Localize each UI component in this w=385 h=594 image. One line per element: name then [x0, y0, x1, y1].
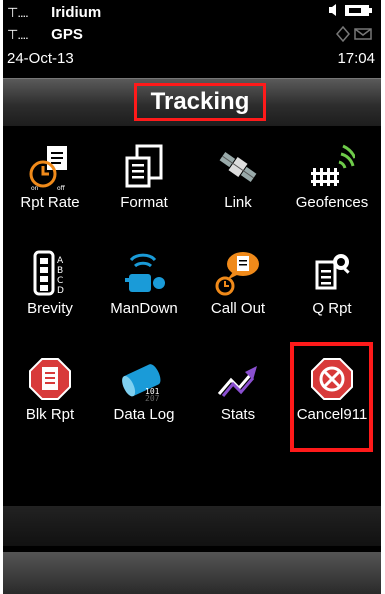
tile-label: Call Out [210, 300, 266, 317]
tile-mandown[interactable]: ManDown [97, 238, 191, 350]
call-out-icon [215, 252, 259, 296]
page-title: Tracking [134, 83, 266, 121]
svg-text:off: off [57, 185, 66, 190]
iridium-status: ⊤.... Iridium [7, 4, 101, 21]
brevity-letter: D [57, 286, 64, 296]
tile-label: Stats [220, 406, 256, 423]
softkey-bar [3, 552, 381, 594]
man-down-icon [125, 253, 165, 292]
tile-blk-rpt[interactable]: Blk Rpt [3, 344, 97, 456]
quick-report-icon [315, 254, 350, 290]
tile-rpt-rate[interactable]: on off Rpt Rate [3, 132, 97, 244]
satellite-link-icon [219, 152, 257, 182]
svg-text:on: on [31, 185, 39, 190]
gps-mail-icons [335, 25, 375, 46]
selection-highlight [290, 342, 373, 452]
brevity-letter: B [57, 266, 63, 276]
tile-link[interactable]: Link [191, 132, 285, 244]
block-report-icon [29, 358, 71, 400]
gps-status: ⊤.... GPS [7, 26, 83, 43]
tile-label: Link [224, 194, 252, 211]
brevity-letter: C [57, 276, 63, 286]
tile-geofences[interactable]: Geofences [285, 132, 379, 244]
tile-label: Format [120, 194, 168, 211]
time-text: 17:04 [337, 50, 375, 67]
format-icon [125, 144, 163, 188]
data-log-icon: 101 207 [122, 364, 161, 402]
tile-call-out[interactable]: Call Out [191, 238, 285, 350]
tile-stats[interactable]: Stats [191, 344, 285, 456]
tile-label: Data Log [113, 406, 175, 423]
tile-brevity[interactable]: A B C D Brevity [3, 238, 97, 350]
tile-label: Brevity [27, 300, 73, 317]
brevity-icon: A B C D [33, 250, 64, 296]
geofence-icon [311, 144, 355, 186]
network-name-iridium: Iridium [51, 4, 102, 21]
tile-label: Q Rpt [312, 300, 352, 317]
date-text: 24-Oct-13 [7, 50, 74, 67]
tile-label: ManDown [110, 300, 178, 317]
network-name-gps: GPS [51, 26, 83, 43]
tile-label: Geofences [295, 194, 369, 211]
stats-icon [217, 366, 257, 397]
speaker-icon [329, 4, 336, 16]
speaker-battery-icons [327, 2, 375, 22]
tile-label: Blk Rpt [25, 406, 75, 423]
tile-q-rpt[interactable]: Q Rpt [285, 238, 379, 350]
header-bar: Tracking [3, 78, 381, 127]
tile-data-log[interactable]: 101 207 Data Log [97, 344, 191, 456]
gps-fix-icon [336, 25, 350, 43]
report-rate-icon: on off [29, 146, 67, 190]
tile-format[interactable]: Format [97, 132, 191, 244]
data-bits: 207 [145, 394, 160, 402]
tile-label: Rpt Rate [20, 194, 80, 211]
device-screen: ⊤.... Iridium ⊤.... GPS 24-Oct-13 17:04 [3, 0, 381, 594]
bottom-bar [3, 506, 381, 546]
brevity-letter: A [57, 256, 64, 266]
antenna-icon: ⊤.... [7, 27, 29, 42]
app-grid: on off Rpt Rate Format Link Geofences A … [3, 126, 381, 476]
antenna-icon: ⊤.... [7, 5, 29, 20]
status-bar: ⊤.... Iridium ⊤.... GPS 24-Oct-13 17:04 [3, 0, 381, 78]
